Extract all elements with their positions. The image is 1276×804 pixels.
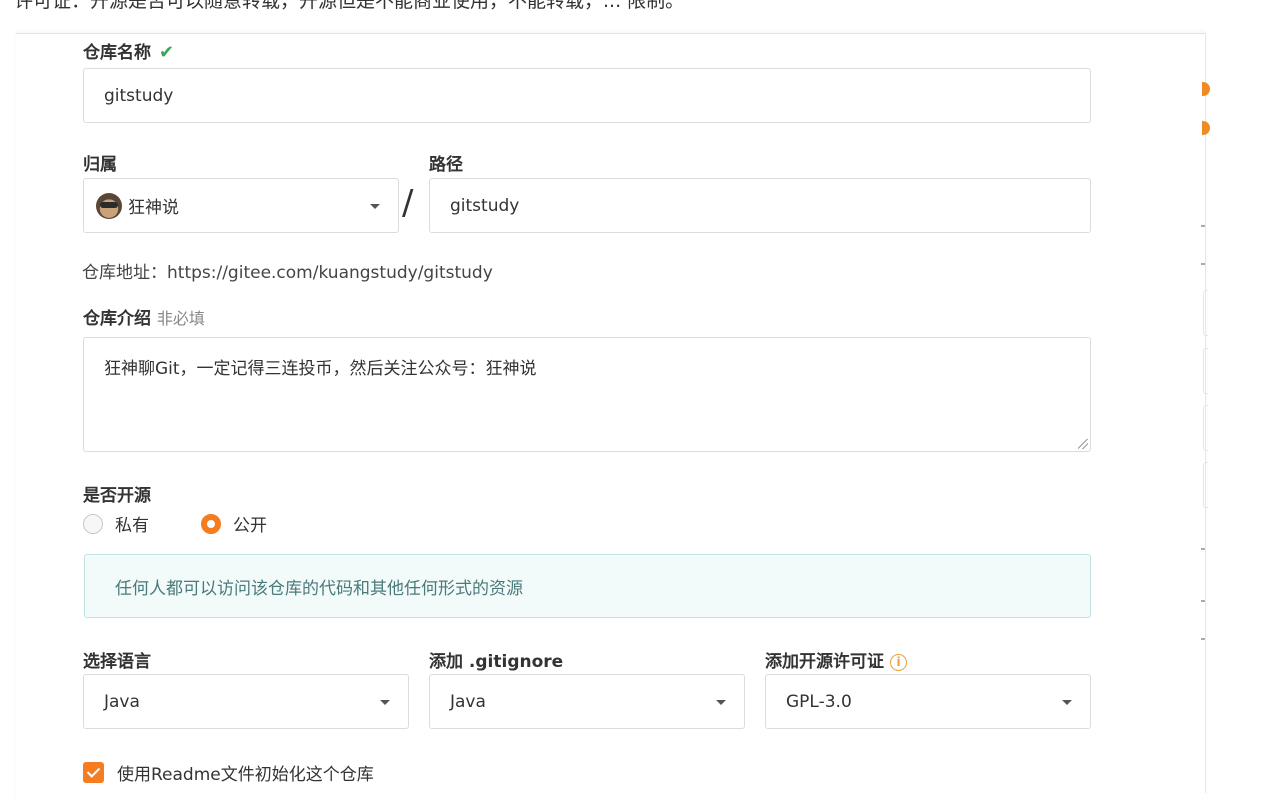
rail-indicator (1202, 121, 1210, 135)
intro-label-text: 仓库介绍 (83, 309, 151, 329)
rail-mark (1201, 225, 1205, 227)
language-label: 选择语言 (83, 652, 151, 672)
repo-name-value: gitstudy (104, 85, 174, 106)
repo-address: 仓库地址：https://gitee.com/kuangstudy/gitstu… (82, 263, 493, 283)
path-separator: / (402, 183, 414, 223)
chevron-down-icon (716, 699, 726, 705)
repo-name-label: 仓库名称 ✔ (83, 38, 174, 63)
gitignore-select[interactable]: Java (429, 674, 745, 729)
rail-indicator (1202, 82, 1210, 96)
readme-checkbox-row[interactable]: 使用Readme文件初始化这个仓库 (83, 760, 374, 785)
visibility-notice-text: 任何人都可以访问该仓库的代码和其他任何形式的资源 (115, 578, 523, 599)
rail-box (1203, 348, 1208, 394)
radio-private-label: 私有 (115, 516, 149, 536)
license-label-text: 添加开源许可证 (765, 652, 884, 672)
readme-label: 使用Readme文件初始化这个仓库 (117, 765, 374, 785)
language-value: Java (104, 691, 140, 712)
license-value: GPL-3.0 (786, 691, 852, 712)
visibility-label: 是否开源 (83, 486, 151, 506)
language-select[interactable]: Java (83, 674, 409, 729)
owner-select[interactable]: 狂神说 (83, 178, 399, 233)
license-select[interactable]: GPL-3.0 (765, 674, 1091, 729)
intro-optional-hint: 非必填 (156, 309, 205, 328)
rail-mark (1201, 638, 1205, 640)
radio-unchecked-icon (83, 513, 103, 534)
chevron-down-icon (380, 699, 390, 705)
path-input[interactable]: gitstudy (429, 178, 1091, 233)
check-icon: ✔ (159, 42, 175, 63)
rail-box (1203, 405, 1208, 451)
radio-private[interactable]: 私有 (83, 511, 149, 536)
intro-value: 狂神聊Git，一定记得三连投币，然后关注公众号：狂神说 (104, 359, 537, 379)
repo-name-label-text: 仓库名称 (83, 43, 151, 63)
rail-box (1203, 462, 1208, 508)
gitignore-label: 添加 .gitignore (429, 652, 564, 672)
avatar (96, 192, 122, 219)
radio-public-label: 公开 (233, 516, 267, 536)
chevron-down-icon (370, 203, 380, 209)
resize-handle-icon[interactable] (1078, 439, 1088, 449)
rail-box (1203, 290, 1208, 336)
info-icon[interactable]: i (890, 653, 907, 671)
rail-mark (1201, 600, 1205, 602)
license-label: 添加开源许可证 i (765, 647, 907, 672)
checkbox-checked-icon[interactable] (83, 762, 104, 783)
path-label: 路径 (429, 155, 463, 175)
intro-textarea[interactable]: 狂神聊Git，一定记得三连投币，然后关注公众号：狂神说 (83, 337, 1091, 452)
radio-checked-icon (201, 513, 221, 534)
page-top-text: 许可证：开源是否可以随意转载，开源但是不能商业使用，不能转载，... 限制。 (14, 0, 685, 12)
radio-public[interactable]: 公开 (201, 511, 267, 536)
intro-label: 仓库介绍 非必填 (83, 304, 205, 329)
rail-mark (1201, 263, 1205, 265)
owner-value: 狂神说 (128, 198, 179, 218)
visibility-radio-group: 私有 公开 (83, 511, 319, 536)
visibility-notice: 任何人都可以访问该仓库的代码和其他任何形式的资源 (84, 554, 1091, 618)
path-value: gitstudy (450, 195, 520, 216)
rail-mark (1201, 548, 1205, 550)
gitignore-value: Java (450, 691, 486, 712)
repo-name-input[interactable]: gitstudy (83, 68, 1091, 123)
owner-label: 归属 (83, 155, 117, 175)
chevron-down-icon (1062, 699, 1072, 705)
